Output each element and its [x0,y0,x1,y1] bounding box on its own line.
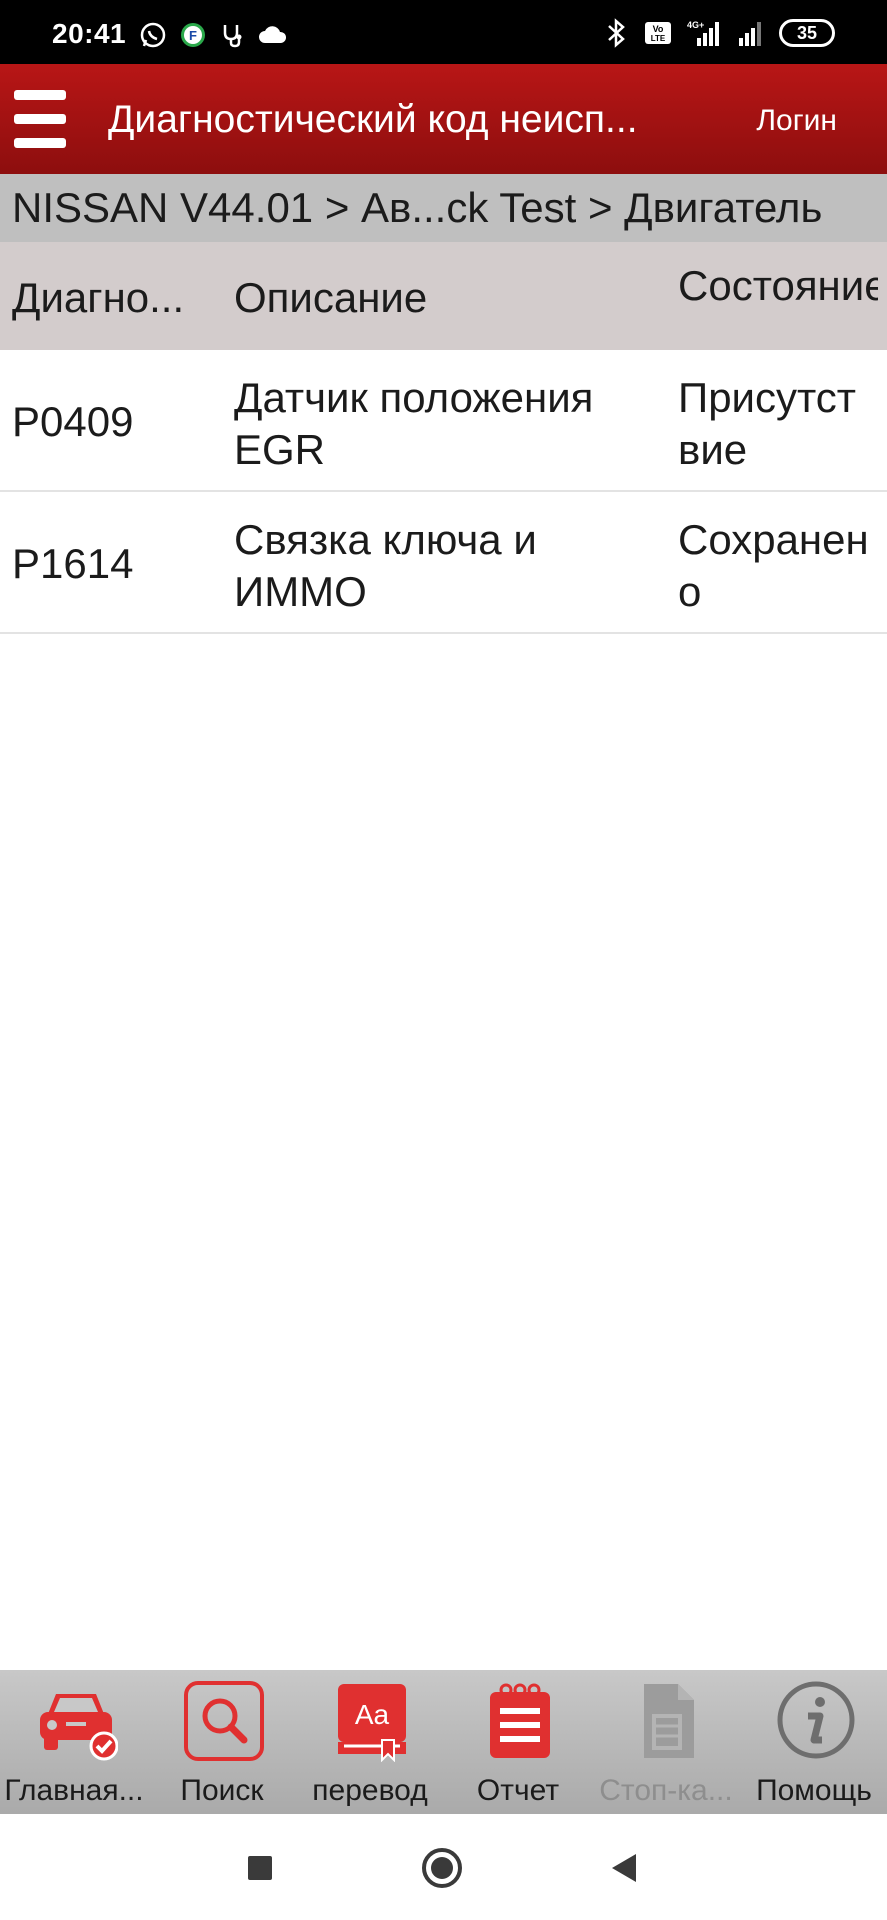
table-row[interactable]: P0409 Датчик положения EGR Присутствие [0,350,887,492]
freeze-frame-icon [626,1680,710,1762]
notification-icons: F [138,20,288,50]
back-button[interactable] [602,1846,646,1890]
home-button[interactable] [420,1846,464,1890]
toolbar-home-label: Главная... [4,1774,144,1807]
login-button[interactable]: Логин [756,104,837,138]
recent-apps-button[interactable] [238,1846,282,1890]
volte-icon: Vo LTE [643,18,673,48]
breadcrumb: NISSAN V44.01 > Ав...ck Test > Двигатель [0,174,887,242]
toolbar-help-label: Помощь [756,1774,872,1807]
toolbar-report-button[interactable]: Отчет [444,1670,592,1814]
f-app-icon: F [178,20,208,50]
toolbar-help-button[interactable]: Помощь [740,1670,887,1814]
column-header-description[interactable]: Описание [234,274,427,322]
toolbar-search-button[interactable]: Поиск [148,1670,296,1814]
svg-text:Aa: Aa [355,1699,390,1730]
car-check-icon [34,1680,119,1762]
svg-text:LTE: LTE [651,34,666,43]
table-row[interactable]: P1614 Связка ключа и ИММО Сохранено [0,492,887,634]
toolbar-translate-label: перевод [312,1774,428,1807]
dtc-description: Датчик положения EGR [234,374,594,473]
svg-text:4G+: 4G+ [687,20,704,30]
toolbar-freeze-frame-label: Стоп-ка... [599,1774,733,1807]
battery-icon: 35 [779,19,835,47]
app-bar: Диагностический код неисп... Логин [0,64,887,174]
toolbar-freeze-frame-button[interactable]: Стоп-ка... [592,1670,740,1814]
signal-icon [737,18,767,48]
system-icons: Vo LTE 4G+ 35 [601,18,835,48]
svg-text:Vo: Vo [653,24,664,34]
whatsapp-icon [138,20,168,50]
column-header-state[interactable]: Состояние [678,260,878,344]
column-header-code[interactable]: Диагно... [12,274,202,322]
system-navigation-bar [0,1814,887,1920]
dtc-code: P1614 [12,540,134,587]
dtc-state: Сохранено [678,516,869,615]
bottom-toolbar: Главная... Поиск Aa перевод Отчет Стоп-к… [0,1670,887,1814]
search-icon [182,1680,266,1762]
toolbar-home-button[interactable]: Главная... [0,1670,148,1814]
menu-button[interactable] [14,86,66,152]
svg-text:F: F [189,28,197,43]
table-header: Диагно... Описание Состояние [0,242,887,350]
page-title: Диагностический код неисп... [108,98,638,141]
translate-icon: Aa [330,1680,414,1763]
toolbar-search-label: Поиск [180,1774,264,1807]
signal-4g-icon: 4G+ [685,18,725,48]
help-icon [774,1680,858,1762]
status-bar: 20:41 F Vo LTE 4G+ 35 [0,0,887,64]
stethoscope-icon [218,20,248,50]
toolbar-translate-button[interactable]: Aa перевод [296,1670,444,1814]
dtc-code: P0409 [12,398,134,445]
dtc-state: Присутствие [678,374,857,473]
status-time: 20:41 [52,18,127,49]
toolbar-report-label: Отчет [476,1774,560,1807]
report-icon [478,1680,562,1762]
bluetooth-icon [601,18,631,48]
dtc-description: Связка ключа и ИММО [234,516,537,615]
cloud-icon [258,20,288,50]
